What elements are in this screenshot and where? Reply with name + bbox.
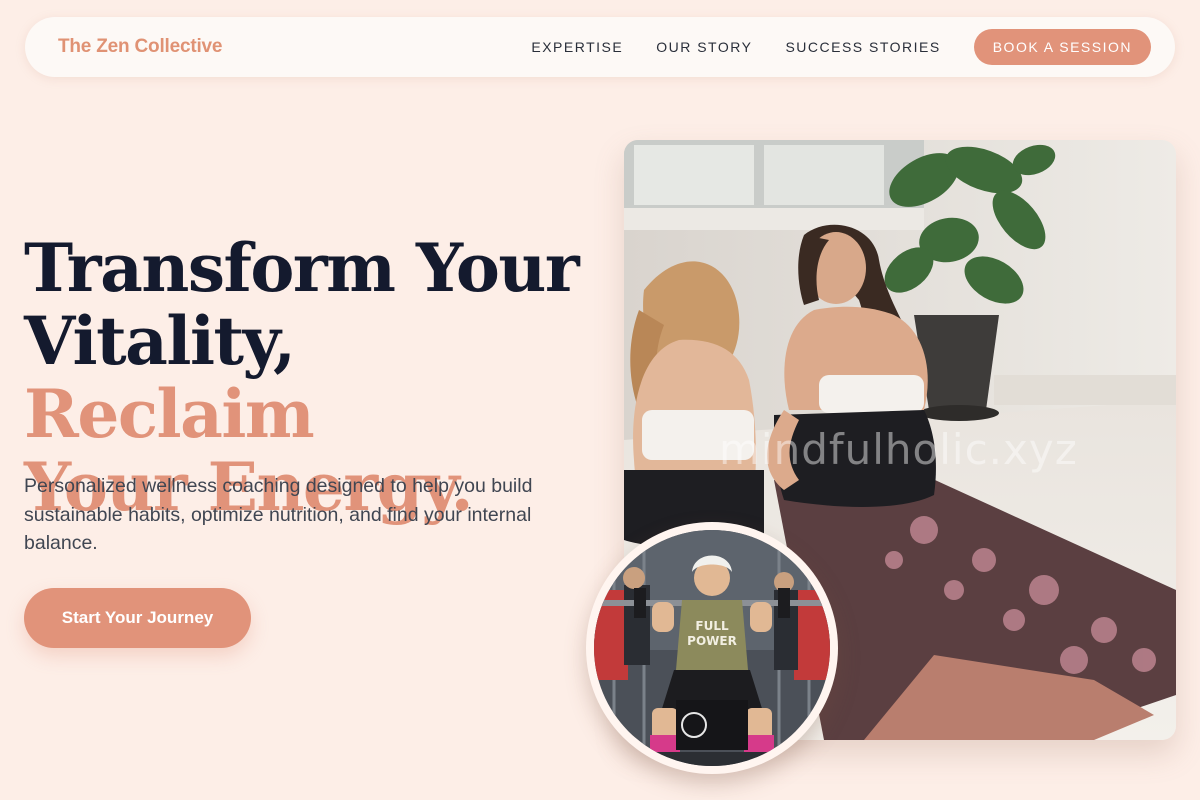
nav-link-success-stories[interactable]: SUCCESS STORIES: [785, 39, 940, 55]
svg-text:FULL: FULL: [695, 619, 729, 633]
svg-text:POWER: POWER: [687, 634, 737, 648]
main-photo-watermark: mindfulholic.xyz: [719, 425, 1078, 474]
nav-link-our-story[interactable]: OUR STORY: [656, 39, 752, 55]
nav-links: EXPERTISE OUR STORY SUCCESS STORIES: [531, 39, 940, 55]
hero-title-line2-accent: Reclaim: [24, 375, 315, 453]
hero-subtitle: Personalized wellness coaching designed …: [24, 475, 533, 554]
woman-barbell-squat-photo: FULL POWER: [594, 530, 830, 766]
circle-photo: FULL POWER: [594, 530, 830, 766]
start-journey-button[interactable]: Start Your Journey: [24, 588, 251, 648]
top-nav: The Zen Collective EXPERTISE OUR STORY S…: [25, 17, 1175, 77]
book-session-button[interactable]: BOOK A SESSION: [973, 29, 1151, 65]
hero-title-line1: Transform Your: [24, 229, 580, 307]
nav-link-expertise[interactable]: EXPERTISE: [531, 39, 623, 55]
brand-logo[interactable]: The Zen Collective: [58, 36, 222, 58]
hero-title-line2-dark: Vitality,: [24, 302, 296, 380]
circle-photo-frame: FULL POWER: [586, 522, 838, 774]
